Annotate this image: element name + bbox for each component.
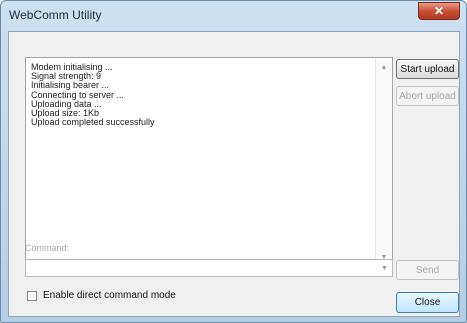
close-icon: ✕: [433, 4, 445, 18]
abort-upload-button[interactable]: Abort upload: [396, 86, 459, 106]
title-bar[interactable]: WebComm Utility ✕: [1, 1, 466, 31]
scroll-up-icon[interactable]: ▲: [376, 60, 392, 74]
window-close-button[interactable]: ✕: [418, 2, 460, 20]
direct-mode-label[interactable]: Enable direct command mode: [43, 290, 176, 301]
start-upload-button[interactable]: Start upload: [396, 59, 459, 79]
chevron-down-icon[interactable]: ▼: [377, 260, 392, 276]
log-line: Upload completed successfully: [31, 117, 155, 128]
log-lines: Modem initialising ... Signal strength: …: [31, 62, 372, 128]
direct-mode-checkbox[interactable]: [27, 291, 37, 301]
send-button[interactable]: Send: [396, 260, 459, 280]
log-scrollbar[interactable]: ▲ ▼: [375, 58, 392, 266]
app-window: WebComm Utility ✕ Modem initialising ...…: [0, 0, 467, 323]
dialog-body: Modem initialising ... Signal strength: …: [8, 31, 460, 317]
command-label: Command:: [25, 243, 70, 253]
output-log[interactable]: Modem initialising ... Signal strength: …: [25, 57, 393, 267]
window-title: WebComm Utility: [9, 8, 102, 22]
command-input[interactable]: ▼: [25, 259, 393, 277]
close-button[interactable]: Close: [396, 292, 459, 313]
